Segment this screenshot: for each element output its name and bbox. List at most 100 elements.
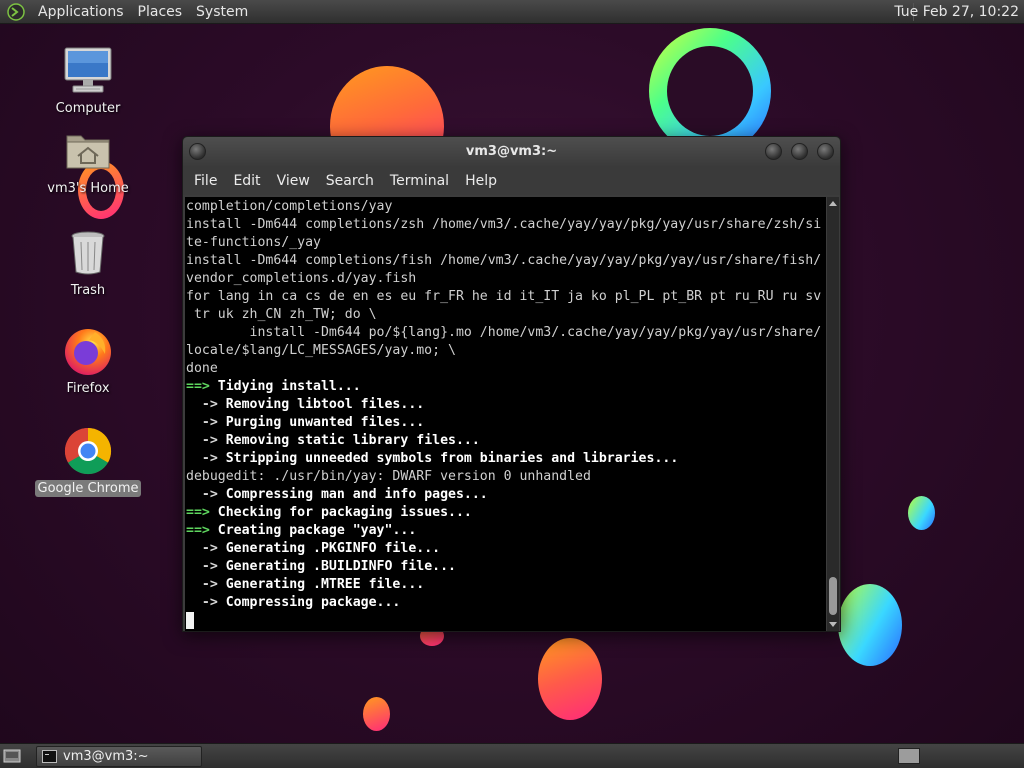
- scrollbar-thumb[interactable]: [829, 577, 837, 615]
- terminal-line: te-functions/_yay: [186, 234, 826, 252]
- terminal-line-prefix: ->: [186, 433, 218, 448]
- terminal-line-text: Purging unwanted files...: [217, 415, 425, 430]
- wallpaper-bubble: [363, 697, 390, 731]
- terminal-line: done: [186, 360, 826, 378]
- desktop-icon-firefox[interactable]: Firefox: [28, 324, 148, 397]
- terminal-icon: [42, 750, 57, 763]
- trash-icon: [61, 226, 115, 280]
- terminal-line-prefix: ->: [186, 415, 218, 430]
- terminal-output[interactable]: completion/completions/yay install -Dm644…: [185, 197, 826, 631]
- terminal-line-text: install -Dm644 completions/zsh /home/vm3…: [186, 217, 822, 232]
- terminal-line-text: locale/$lang/LC_MESSAGES/yay.mo; \: [186, 343, 456, 358]
- bottom-panel: vm3@vm3:~: [0, 743, 1024, 768]
- terminal-line: tr uk zh_CN zh_TW; do \: [186, 306, 826, 324]
- terminal-line: -> Compressing man and info pages...: [186, 486, 826, 504]
- terminal-line-prefix: ->: [186, 451, 218, 466]
- terminal-line-text: Checking for packaging issues...: [209, 505, 472, 520]
- firefox-icon: [61, 324, 115, 378]
- clock[interactable]: Tue Feb 27, 10:22: [894, 0, 1019, 24]
- menu-edit[interactable]: Edit: [225, 167, 268, 195]
- desktop-icon-trash[interactable]: Trash: [28, 226, 148, 299]
- terminal-line-text: for lang in ca cs de en es eu fr_FR he i…: [186, 289, 822, 304]
- terminal-line-prefix: ->: [186, 541, 218, 556]
- terminal-line-prefix: ->: [186, 397, 218, 412]
- terminal-line-text: vendor_completions.d/yay.fish: [186, 271, 417, 286]
- terminal-scrollbar[interactable]: [827, 197, 839, 631]
- terminal-line: completion/completions/yay: [186, 198, 826, 216]
- desktop-icon-label: Firefox: [66, 381, 110, 396]
- desktop-icon-label: vm3's Home: [47, 181, 129, 196]
- taskbar-button-label: vm3@vm3:~: [63, 749, 149, 764]
- terminal-line-text: Compressing man and info pages...: [217, 487, 488, 502]
- applications-menu[interactable]: Applications: [31, 0, 131, 24]
- terminal-line: ==> Creating package "yay"...: [186, 522, 826, 540]
- terminal-line: locale/$lang/LC_MESSAGES/yay.mo; \: [186, 342, 826, 360]
- desktop-icon-label: Google Chrome: [34, 480, 142, 497]
- menu-help[interactable]: Help: [457, 167, 505, 195]
- taskbar-terminal-button[interactable]: vm3@vm3:~: [36, 746, 202, 767]
- system-menu[interactable]: System: [189, 0, 255, 24]
- wallpaper-bubble: [838, 584, 902, 666]
- terminal-line: -> Generating .PKGINFO file...: [186, 540, 826, 558]
- chrome-icon: [61, 424, 115, 478]
- terminal-line-text: debugedit: ./usr/bin/yay: DWARF version …: [186, 469, 591, 484]
- terminal-line-prefix: ->: [186, 577, 218, 592]
- scroll-down-arrow-icon[interactable]: [829, 622, 837, 627]
- desktop-icon-label: Computer: [55, 101, 121, 116]
- maximize-button[interactable]: [791, 143, 808, 160]
- terminal-line: debugedit: ./usr/bin/yay: DWARF version …: [186, 468, 826, 486]
- terminal-line: for lang in ca cs de en es eu fr_FR he i…: [186, 288, 826, 306]
- terminal-line: -> Removing static library files...: [186, 432, 826, 450]
- show-desktop-icon[interactable]: [3, 748, 23, 764]
- terminal-window[interactable]: vm3@vm3:~ File Edit View Search Terminal…: [182, 136, 841, 632]
- terminal-line: -> Generating .MTREE file...: [186, 576, 826, 594]
- terminal-line: -> Compressing package...: [186, 594, 826, 612]
- menu-view[interactable]: View: [269, 167, 318, 195]
- terminal-line-prefix: ->: [186, 487, 218, 502]
- terminal-line: ==> Tidying install...: [186, 378, 826, 396]
- terminal-cursor: [186, 612, 194, 629]
- terminal-line-text: install -Dm644 completions/fish /home/vm…: [186, 253, 822, 268]
- terminal-line: vendor_completions.d/yay.fish: [186, 270, 826, 288]
- terminal-line-prefix: ->: [186, 595, 218, 610]
- terminal-line-prefix: ==>: [186, 379, 210, 394]
- desktop-icon-computer[interactable]: Computer: [28, 44, 148, 117]
- terminal-line: install -Dm644 completions/zsh /home/vm3…: [186, 216, 826, 234]
- terminal-line-text: Generating .MTREE file...: [217, 577, 425, 592]
- minimize-button[interactable]: [765, 143, 782, 160]
- terminal-line-text: tr uk zh_CN zh_TW; do \: [186, 307, 377, 322]
- wallpaper-bubble: [908, 496, 935, 530]
- menu-file[interactable]: File: [186, 167, 225, 195]
- terminal-line-prefix: ->: [186, 559, 218, 574]
- home-folder-icon: [61, 124, 115, 178]
- terminal-line: install -Dm644 po/${lang}.mo /home/vm3/.…: [186, 324, 826, 342]
- terminal-line-text: te-functions/_yay: [186, 235, 321, 250]
- terminal-line-text: Stripping unneeded symbols from binaries…: [217, 451, 679, 466]
- workspace-switcher[interactable]: [898, 748, 920, 764]
- terminal-line: -> Stripping unneeded symbols from binar…: [186, 450, 826, 468]
- distro-logo-icon[interactable]: [7, 2, 25, 21]
- window-titlebar[interactable]: vm3@vm3:~: [183, 137, 840, 167]
- desktop-icon-label: Trash: [70, 283, 106, 298]
- menu-terminal[interactable]: Terminal: [382, 167, 457, 195]
- terminal-line-text: Generating .BUILDINFO file...: [217, 559, 456, 574]
- close-button[interactable]: [817, 143, 834, 160]
- desktop-icon-home[interactable]: vm3's Home: [28, 124, 148, 211]
- terminal-line: ==> Checking for packaging issues...: [186, 504, 826, 522]
- computer-icon: [61, 44, 115, 98]
- terminal-line-text: completion/completions/yay: [186, 199, 393, 214]
- terminal-line: -> Generating .BUILDINFO file...: [186, 558, 826, 576]
- terminal-prompt-line: [186, 612, 826, 630]
- terminal-line-text: done: [186, 361, 218, 376]
- terminal-line-text: install -Dm644 po/${lang}.mo /home/vm3/.…: [186, 325, 822, 340]
- terminal-line-prefix: ==>: [186, 523, 210, 538]
- wallpaper-bubble: [538, 638, 602, 720]
- places-menu[interactable]: Places: [131, 0, 190, 24]
- window-menubar: File Edit View Search Terminal Help: [183, 167, 840, 195]
- desktop-icon-chrome[interactable]: Google Chrome: [28, 424, 148, 497]
- menu-search[interactable]: Search: [318, 167, 382, 195]
- terminal-line: -> Removing libtool files...: [186, 396, 826, 414]
- top-panel: Applications Places System Tue Feb 27, 1…: [0, 0, 1024, 24]
- terminal-line-text: Generating .PKGINFO file...: [217, 541, 441, 556]
- scroll-up-arrow-icon[interactable]: [829, 201, 837, 206]
